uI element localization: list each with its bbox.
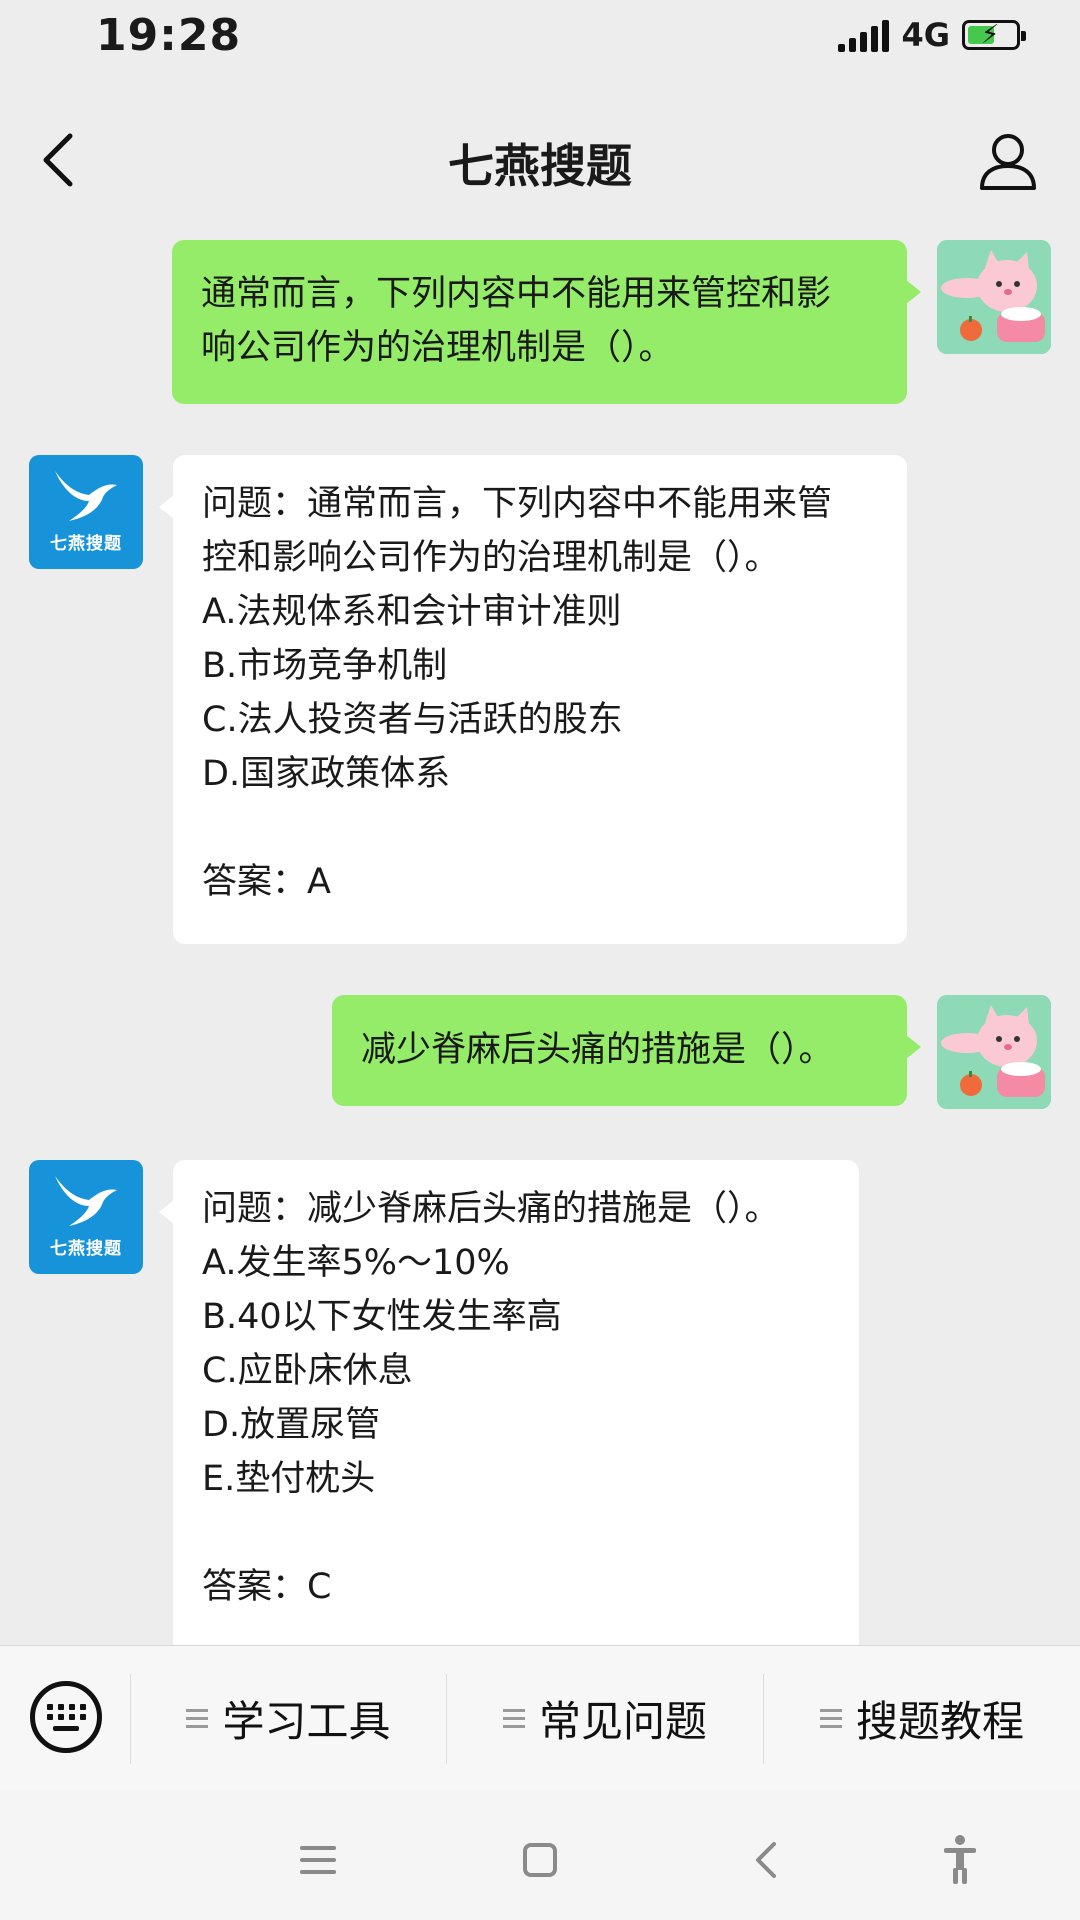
menu-item-study-tools[interactable]: 学习工具 <box>131 1646 446 1791</box>
bottom-menu: 学习工具 常见问题 搜题教程 <box>0 1645 1080 1791</box>
menu-item-tutorial[interactable]: 搜题教程 <box>764 1646 1080 1791</box>
message-line: 减少脊麻后头痛的措施是（）。 <box>361 1030 834 1070</box>
option-line: C.法人投资者与活跃的股东 <box>202 700 623 740</box>
menu-item-label: 常见问题 <box>538 1697 707 1746</box>
bot-avatar[interactable]: 七燕搜题 <box>29 1160 143 1274</box>
back-icon[interactable] <box>738 1830 798 1890</box>
user-avatar[interactable] <box>937 240 1051 354</box>
menu-item-faq[interactable]: 常见问题 <box>447 1646 763 1791</box>
user-avatar[interactable] <box>937 995 1051 1109</box>
bot-message-bubble[interactable]: 问题：通常而言，下列内容中不能用来管 控和影响公司作为的治理机制是（）。 A.法… <box>159 455 907 944</box>
option-line: C.应卧床休息 <box>202 1351 413 1391</box>
menu-item-label: 学习工具 <box>222 1697 391 1746</box>
answer-line: 答案：C <box>202 1567 332 1607</box>
profile-icon[interactable] <box>976 128 1040 192</box>
option-line: D.国家政策体系 <box>202 754 451 794</box>
menu-lines-icon <box>502 1704 525 1733</box>
chat-area[interactable]: 通常而言，下列内容中不能用来管控和影 响公司作为的治理机制是（）。 七燕搜题 问… <box>0 220 1080 1645</box>
swallow-logo-icon <box>55 1176 117 1226</box>
answer-line: 答案：A <box>202 862 331 902</box>
pink-cat-avatar-icon <box>937 240 1051 354</box>
accessibility-icon[interactable] <box>930 1830 990 1890</box>
message-line: 问题：减少脊麻后头痛的措施是（）。 <box>202 1189 780 1229</box>
swallow-logo-icon <box>55 471 117 521</box>
bot-avatar[interactable]: 七燕搜题 <box>29 455 143 569</box>
system-nav-bar <box>0 1790 1080 1920</box>
menu-lines-icon <box>186 1704 209 1733</box>
home-icon[interactable] <box>510 1830 570 1890</box>
header: 七燕搜题 <box>0 100 1080 220</box>
message-line: 问题：通常而言，下列内容中不能用来管 <box>202 484 833 524</box>
pink-cat-avatar-icon <box>937 995 1051 1109</box>
option-line: A.法规体系和会计审计准则 <box>202 592 622 632</box>
status-time: 19:28 <box>96 10 242 61</box>
page-title: 七燕搜题 <box>448 139 632 193</box>
message-line: 通常而言，下列内容中不能用来管控和影 <box>201 274 832 314</box>
user-message-bubble[interactable]: 通常而言，下列内容中不能用来管控和影 响公司作为的治理机制是（）。 <box>172 240 921 404</box>
status-bar: 19:28 4G ⚡ <box>0 0 1080 70</box>
user-message-bubble[interactable]: 减少脊麻后头痛的措施是（）。 <box>332 995 921 1106</box>
message-line: 响公司作为的治理机制是（）。 <box>201 328 674 368</box>
option-line: D.放置尿管 <box>202 1405 381 1445</box>
bot-avatar-label: 七燕搜题 <box>50 534 122 554</box>
network-type: 4G <box>901 16 950 54</box>
option-line: A.发生率5%～10% <box>202 1243 510 1283</box>
option-line: E.垫付枕头 <box>202 1459 376 1499</box>
menu-lines-icon <box>819 1704 842 1733</box>
keyboard-icon <box>47 1704 86 1720</box>
battery-icon: ⚡ <box>962 20 1026 50</box>
option-line: B.40以下女性发生率高 <box>202 1297 562 1337</box>
status-indicators: 4G ⚡ <box>838 16 1026 54</box>
option-line: B.市场竞争机制 <box>202 646 448 686</box>
menu-icon[interactable] <box>288 1830 348 1890</box>
bot-message-bubble[interactable]: 问题：减少脊麻后头痛的措施是（）。 A.发生率5%～10% B.40以下女性发生… <box>159 1160 859 1645</box>
message-line: 控和影响公司作为的治理机制是（）。 <box>202 538 780 578</box>
signal-icon <box>838 18 890 52</box>
menu-item-label: 搜题教程 <box>855 1697 1024 1746</box>
bot-avatar-label: 七燕搜题 <box>50 1239 122 1259</box>
keyboard-toggle-button[interactable] <box>30 1681 102 1753</box>
